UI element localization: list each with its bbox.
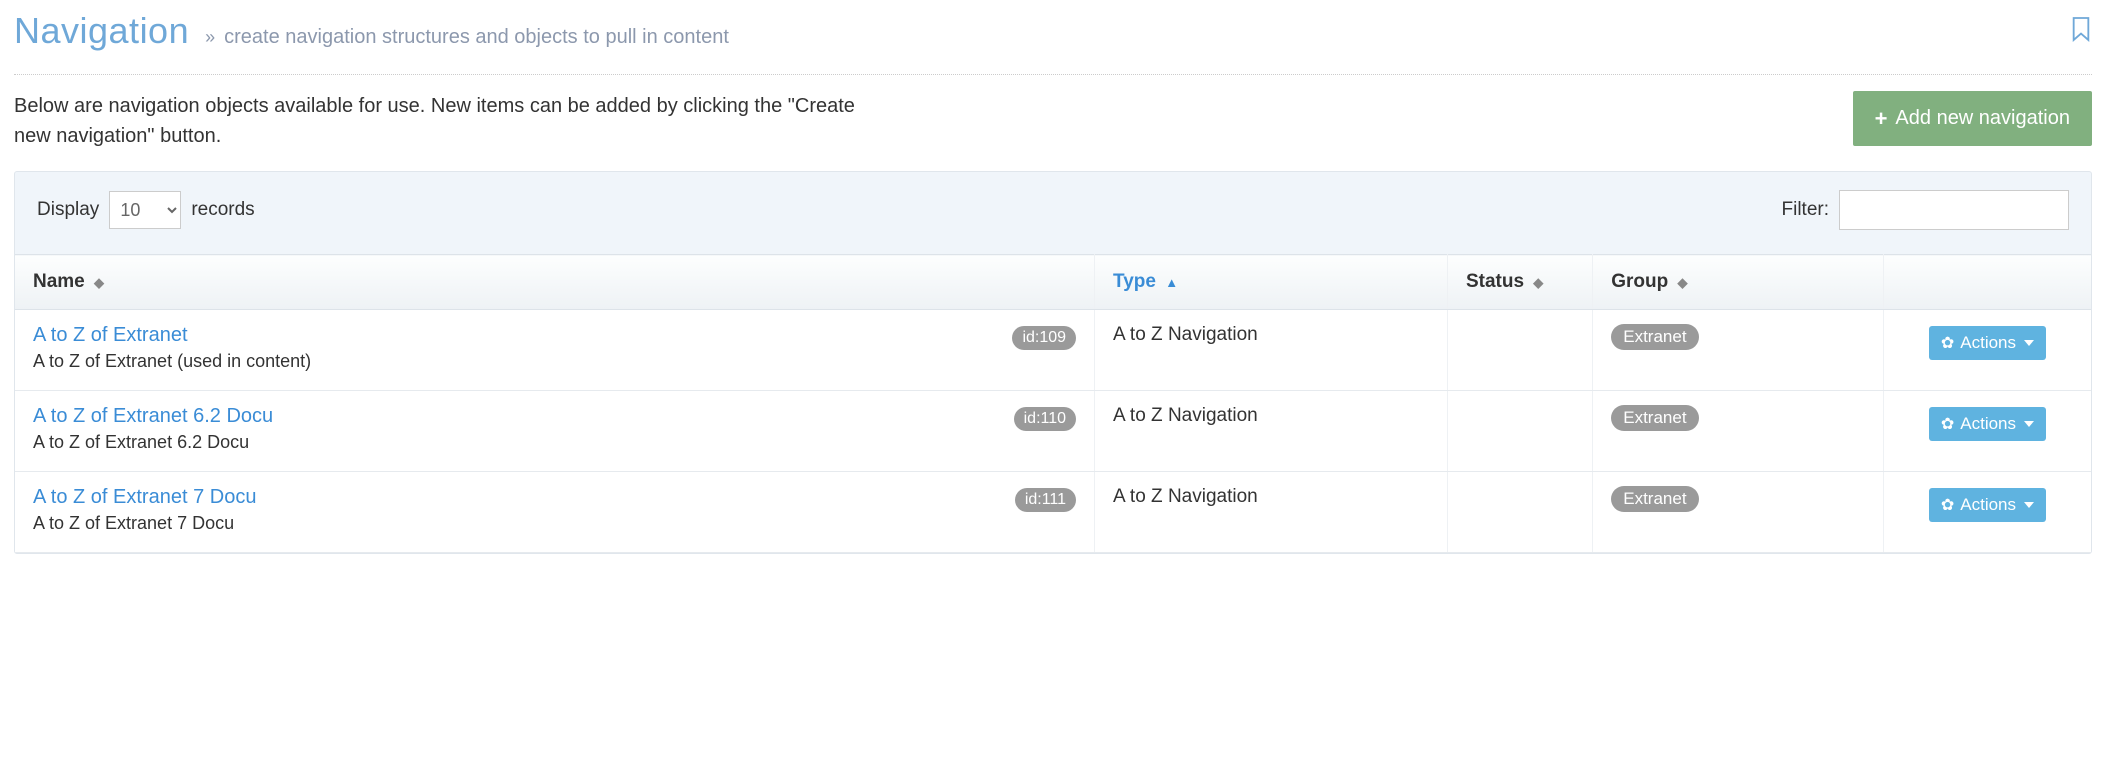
row-description: A to Z of Extranet (used in content) bbox=[33, 351, 311, 372]
divider bbox=[14, 74, 2092, 75]
col-header-name[interactable]: Name ◆ bbox=[15, 255, 1095, 310]
id-badge: id:110 bbox=[1014, 407, 1076, 431]
row-actions-button[interactable]: ✿ Actions bbox=[1929, 326, 2046, 360]
col-header-actions bbox=[1883, 255, 2091, 310]
col-header-status[interactable]: Status ◆ bbox=[1447, 255, 1592, 310]
row-description: A to Z of Extranet 7 Docu bbox=[33, 513, 256, 534]
col-header-type[interactable]: Type ▲ bbox=[1095, 255, 1448, 310]
filter-input[interactable] bbox=[1839, 190, 2069, 230]
display-records-select[interactable]: 10 bbox=[109, 191, 181, 229]
row-actions-button[interactable]: ✿ Actions bbox=[1929, 407, 2046, 441]
row-name-link[interactable]: A to Z of Extranet 7 Docu bbox=[33, 486, 256, 508]
group-badge: Extranet bbox=[1611, 405, 1698, 431]
add-button-label: Add new navigation bbox=[1895, 107, 2070, 130]
navigation-table: Name ◆ Type ▲ Status ◆ Group ◆ bbox=[15, 254, 2091, 553]
row-status bbox=[1447, 472, 1592, 553]
actions-label: Actions bbox=[1960, 333, 2016, 353]
row-actions-button[interactable]: ✿ Actions bbox=[1929, 488, 2046, 522]
group-badge: Extranet bbox=[1611, 324, 1698, 350]
display-label: Display bbox=[37, 199, 99, 221]
row-name-link[interactable]: A to Z of Extranet 6.2 Docu bbox=[33, 405, 273, 427]
table-row: A to Z of Extranet 6.2 Docu A to Z of Ex… bbox=[15, 391, 2091, 472]
caret-down-icon bbox=[2024, 502, 2034, 508]
row-description: A to Z of Extranet 6.2 Docu bbox=[33, 432, 273, 453]
page-title: Navigation bbox=[14, 10, 189, 52]
bookmark-icon[interactable] bbox=[2070, 16, 2092, 47]
table-row: A to Z of Extranet 7 Docu A to Z of Extr… bbox=[15, 472, 2091, 553]
id-badge: id:111 bbox=[1015, 488, 1076, 512]
records-label: records bbox=[191, 199, 254, 221]
row-status bbox=[1447, 391, 1592, 472]
row-group: Extranet bbox=[1593, 472, 1884, 553]
subtitle-chevron-icon: » bbox=[205, 27, 215, 47]
gear-icon: ✿ bbox=[1941, 414, 1954, 434]
caret-down-icon bbox=[2024, 421, 2034, 427]
group-badge: Extranet bbox=[1611, 486, 1698, 512]
row-type: A to Z Navigation bbox=[1095, 391, 1448, 472]
page-subtitle-wrap: » create navigation structures and objec… bbox=[205, 26, 729, 49]
intro-text: Below are navigation objects available f… bbox=[14, 91, 894, 151]
sort-icon: ◆ bbox=[94, 275, 104, 290]
sort-icon: ◆ bbox=[1678, 275, 1688, 290]
actions-label: Actions bbox=[1960, 495, 2016, 515]
row-name-link[interactable]: A to Z of Extranet bbox=[33, 324, 188, 346]
row-status bbox=[1447, 310, 1592, 391]
caret-down-icon bbox=[2024, 340, 2034, 346]
table-row: A to Z of Extranet A to Z of Extranet (u… bbox=[15, 310, 2091, 391]
plus-icon: + bbox=[1875, 108, 1888, 130]
gear-icon: ✿ bbox=[1941, 333, 1954, 353]
sort-asc-icon: ▲ bbox=[1165, 275, 1178, 290]
row-group: Extranet bbox=[1593, 391, 1884, 472]
col-header-group[interactable]: Group ◆ bbox=[1593, 255, 1884, 310]
gear-icon: ✿ bbox=[1941, 495, 1954, 515]
sort-icon: ◆ bbox=[1533, 275, 1543, 290]
id-badge: id:109 bbox=[1012, 326, 1076, 350]
row-group: Extranet bbox=[1593, 310, 1884, 391]
page-subtitle: create navigation structures and objects… bbox=[224, 26, 729, 48]
row-type: A to Z Navigation bbox=[1095, 310, 1448, 391]
add-new-navigation-button[interactable]: + Add new navigation bbox=[1853, 91, 2092, 146]
table-panel: Display 10 records Filter: Name ◆ bbox=[14, 171, 2092, 554]
actions-label: Actions bbox=[1960, 414, 2016, 434]
filter-label: Filter: bbox=[1782, 199, 1830, 221]
row-type: A to Z Navigation bbox=[1095, 472, 1448, 553]
